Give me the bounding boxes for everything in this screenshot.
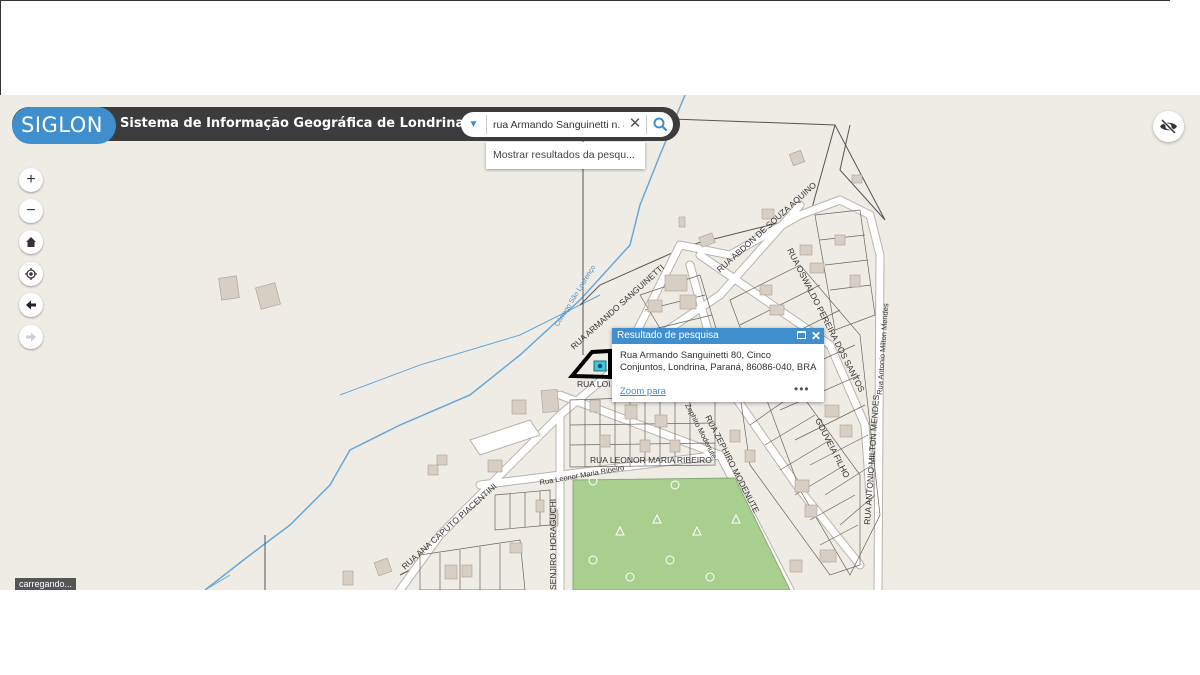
zoom-out-label: − [26, 202, 36, 219]
page-left-rule [0, 0, 1, 95]
search-input[interactable] [493, 114, 624, 135]
search-divider [486, 115, 487, 134]
eye-off-icon [1160, 118, 1177, 135]
map-view[interactable]: RUA ARMANDO SANGUINETTI RUA ABDON DE SOU… [0, 95, 1200, 590]
popup-address-line2: Conjuntos, Londrina, Paraná, 86086-040, … [620, 362, 817, 373]
search-result-popup: Resultado de pesquisa ✕ Rua Armando Sang… [612, 328, 824, 402]
map-canvas[interactable]: RUA ARMANDO SANGUINETTI RUA ABDON DE SOU… [0, 95, 1200, 590]
back-extent-button[interactable] [19, 293, 43, 317]
search-button[interactable] [649, 113, 671, 135]
logo-text: SIGLON [21, 113, 103, 137]
zoom-in-label: + [26, 171, 36, 188]
popup-address: Rua Armando Sanguinetti 80, Cinco Conjun… [620, 350, 820, 374]
forward-extent-button[interactable] [19, 325, 43, 349]
locate-button[interactable] [19, 262, 43, 286]
maximize-icon[interactable] [797, 331, 806, 339]
app-title: Sistema de Informação Geográfica de Lond… [120, 116, 465, 131]
close-icon[interactable]: ✕ [627, 113, 643, 135]
arrow-left-icon [26, 300, 36, 310]
search-divider-2 [646, 115, 647, 134]
stream-branch [204, 294, 601, 590]
more-options-icon[interactable]: ••• [794, 382, 810, 396]
search-icon [653, 117, 668, 132]
home-icon [26, 237, 36, 247]
popup-address-line1: Rua Armando Sanguinetti 80, Cinco [620, 350, 772, 361]
zoom-in-button[interactable]: + [19, 168, 43, 192]
zoom-out-button[interactable]: − [19, 199, 43, 223]
visibility-toggle-button[interactable] [1153, 111, 1184, 142]
label-abdon: RUA ABDON DE SOUZA AQUINO [715, 180, 819, 275]
arrow-right-icon [26, 332, 36, 342]
label-rua-lo: RUA LOI [577, 379, 611, 389]
caret-down-icon[interactable]: ▼ [463, 114, 484, 135]
siglon-logo[interactable]: SIGLON [12, 107, 116, 144]
locate-icon [25, 268, 37, 280]
close-icon[interactable]: ✕ [810, 328, 822, 344]
label-senjiro: SENJIRO HORAGUCHI [548, 499, 558, 590]
selected-marker-dot [597, 363, 603, 369]
label-leonor-caps: RUA LEONOR MARIA RIBEIRO [590, 455, 712, 465]
page-top-rule [0, 0, 1170, 1]
search-suggestion[interactable]: Mostrar resultados da pesqu... [486, 142, 645, 169]
popup-title: Resultado de pesquisa [617, 330, 719, 341]
label-corrego: Córrego São Lourenço [554, 264, 598, 328]
popup-header: Resultado de pesquisa [612, 328, 824, 344]
property-boundary-lines [264, 535, 421, 590]
loading-status: carregando... [15, 578, 77, 590]
label-ana-caputo: RUA ANA CAPUTO PIACENTINI [400, 481, 499, 571]
zoom-to-link[interactable]: Zoom para [620, 386, 666, 397]
park-area [572, 477, 791, 590]
home-button[interactable] [19, 230, 43, 254]
